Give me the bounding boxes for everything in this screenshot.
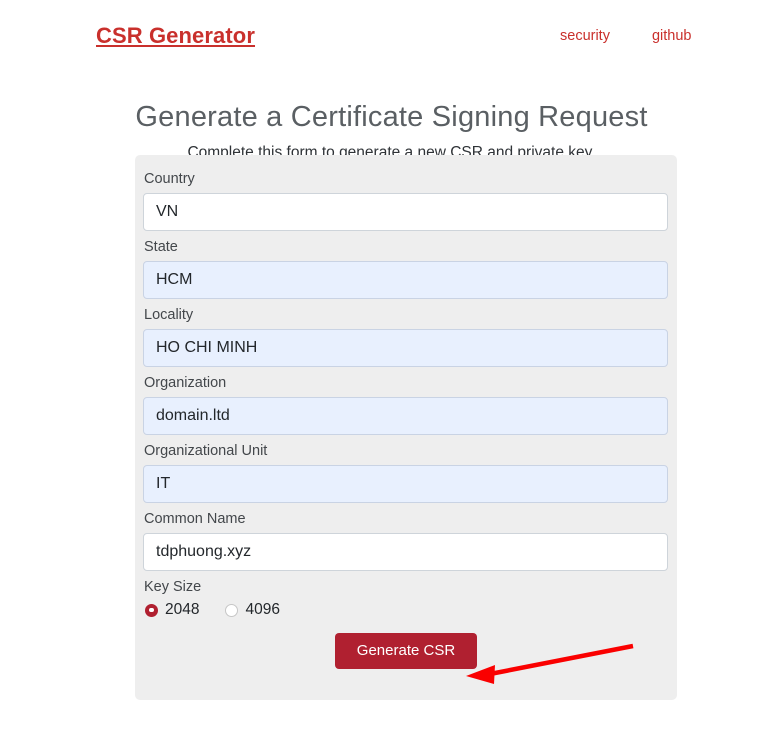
form-group-common-name: Common Name [143, 509, 669, 571]
label-organization: Organization [144, 375, 227, 391]
radio-label-4096: 4096 [245, 601, 280, 618]
form-group-country: Country [143, 169, 669, 231]
navbar-links: security github [560, 28, 691, 44]
label-locality: Locality [144, 307, 194, 323]
generate-csr-button[interactable]: Generate CSR [334, 633, 478, 669]
label-common-name: Common Name [144, 511, 246, 527]
form-group-key-size: Key Size 2048 4096 [143, 577, 669, 621]
form-group-locality: Locality [143, 305, 669, 367]
form-group-organization: Organization [143, 373, 669, 435]
input-state[interactable] [143, 261, 668, 299]
radio-option-2048[interactable]: 2048 [145, 601, 199, 619]
nav-link-security[interactable]: security [560, 28, 610, 44]
csr-form-panel: Country State Locality Organization Orga… [135, 155, 677, 700]
radio-button-2048-icon[interactable] [145, 603, 158, 617]
radio-option-4096[interactable]: 4096 [225, 601, 280, 619]
submit-row: Generate CSR [143, 633, 669, 669]
top-navbar: CSR Generator security github [0, 0, 783, 72]
input-country[interactable] [143, 193, 668, 231]
brand-logo-csr-generator[interactable]: CSR Generator [96, 23, 255, 49]
page-title: Generate a Certificate Signing Request [135, 101, 648, 134]
input-organization[interactable] [143, 397, 668, 435]
input-organizational-unit[interactable] [143, 465, 668, 503]
key-size-radio-group: 2048 4096 [145, 599, 669, 621]
label-key-size: Key Size [144, 579, 202, 595]
label-state: State [144, 239, 178, 255]
form-group-state: State [143, 237, 669, 299]
radio-button-4096-icon[interactable] [225, 603, 239, 617]
radio-label-2048: 2048 [165, 601, 200, 618]
label-country: Country [144, 171, 195, 187]
label-organizational-unit: Organizational Unit [144, 443, 268, 459]
form-group-organizational-unit: Organizational Unit [143, 441, 669, 503]
input-common-name[interactable] [143, 533, 668, 571]
input-locality[interactable] [143, 329, 668, 367]
nav-link-github[interactable]: github [652, 28, 692, 44]
